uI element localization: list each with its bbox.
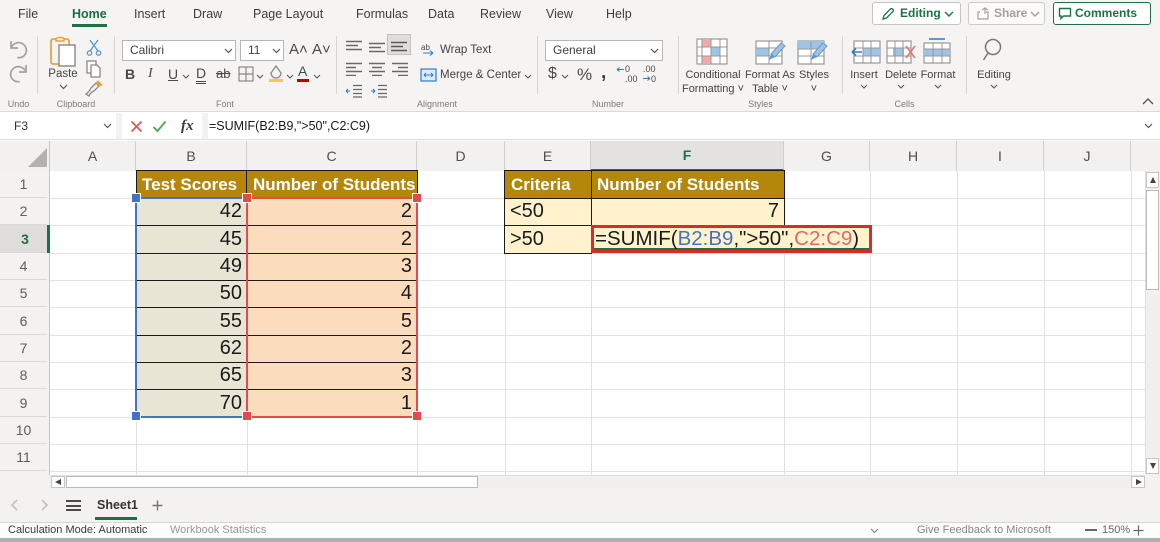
svg-text:ab: ab	[421, 43, 430, 52]
